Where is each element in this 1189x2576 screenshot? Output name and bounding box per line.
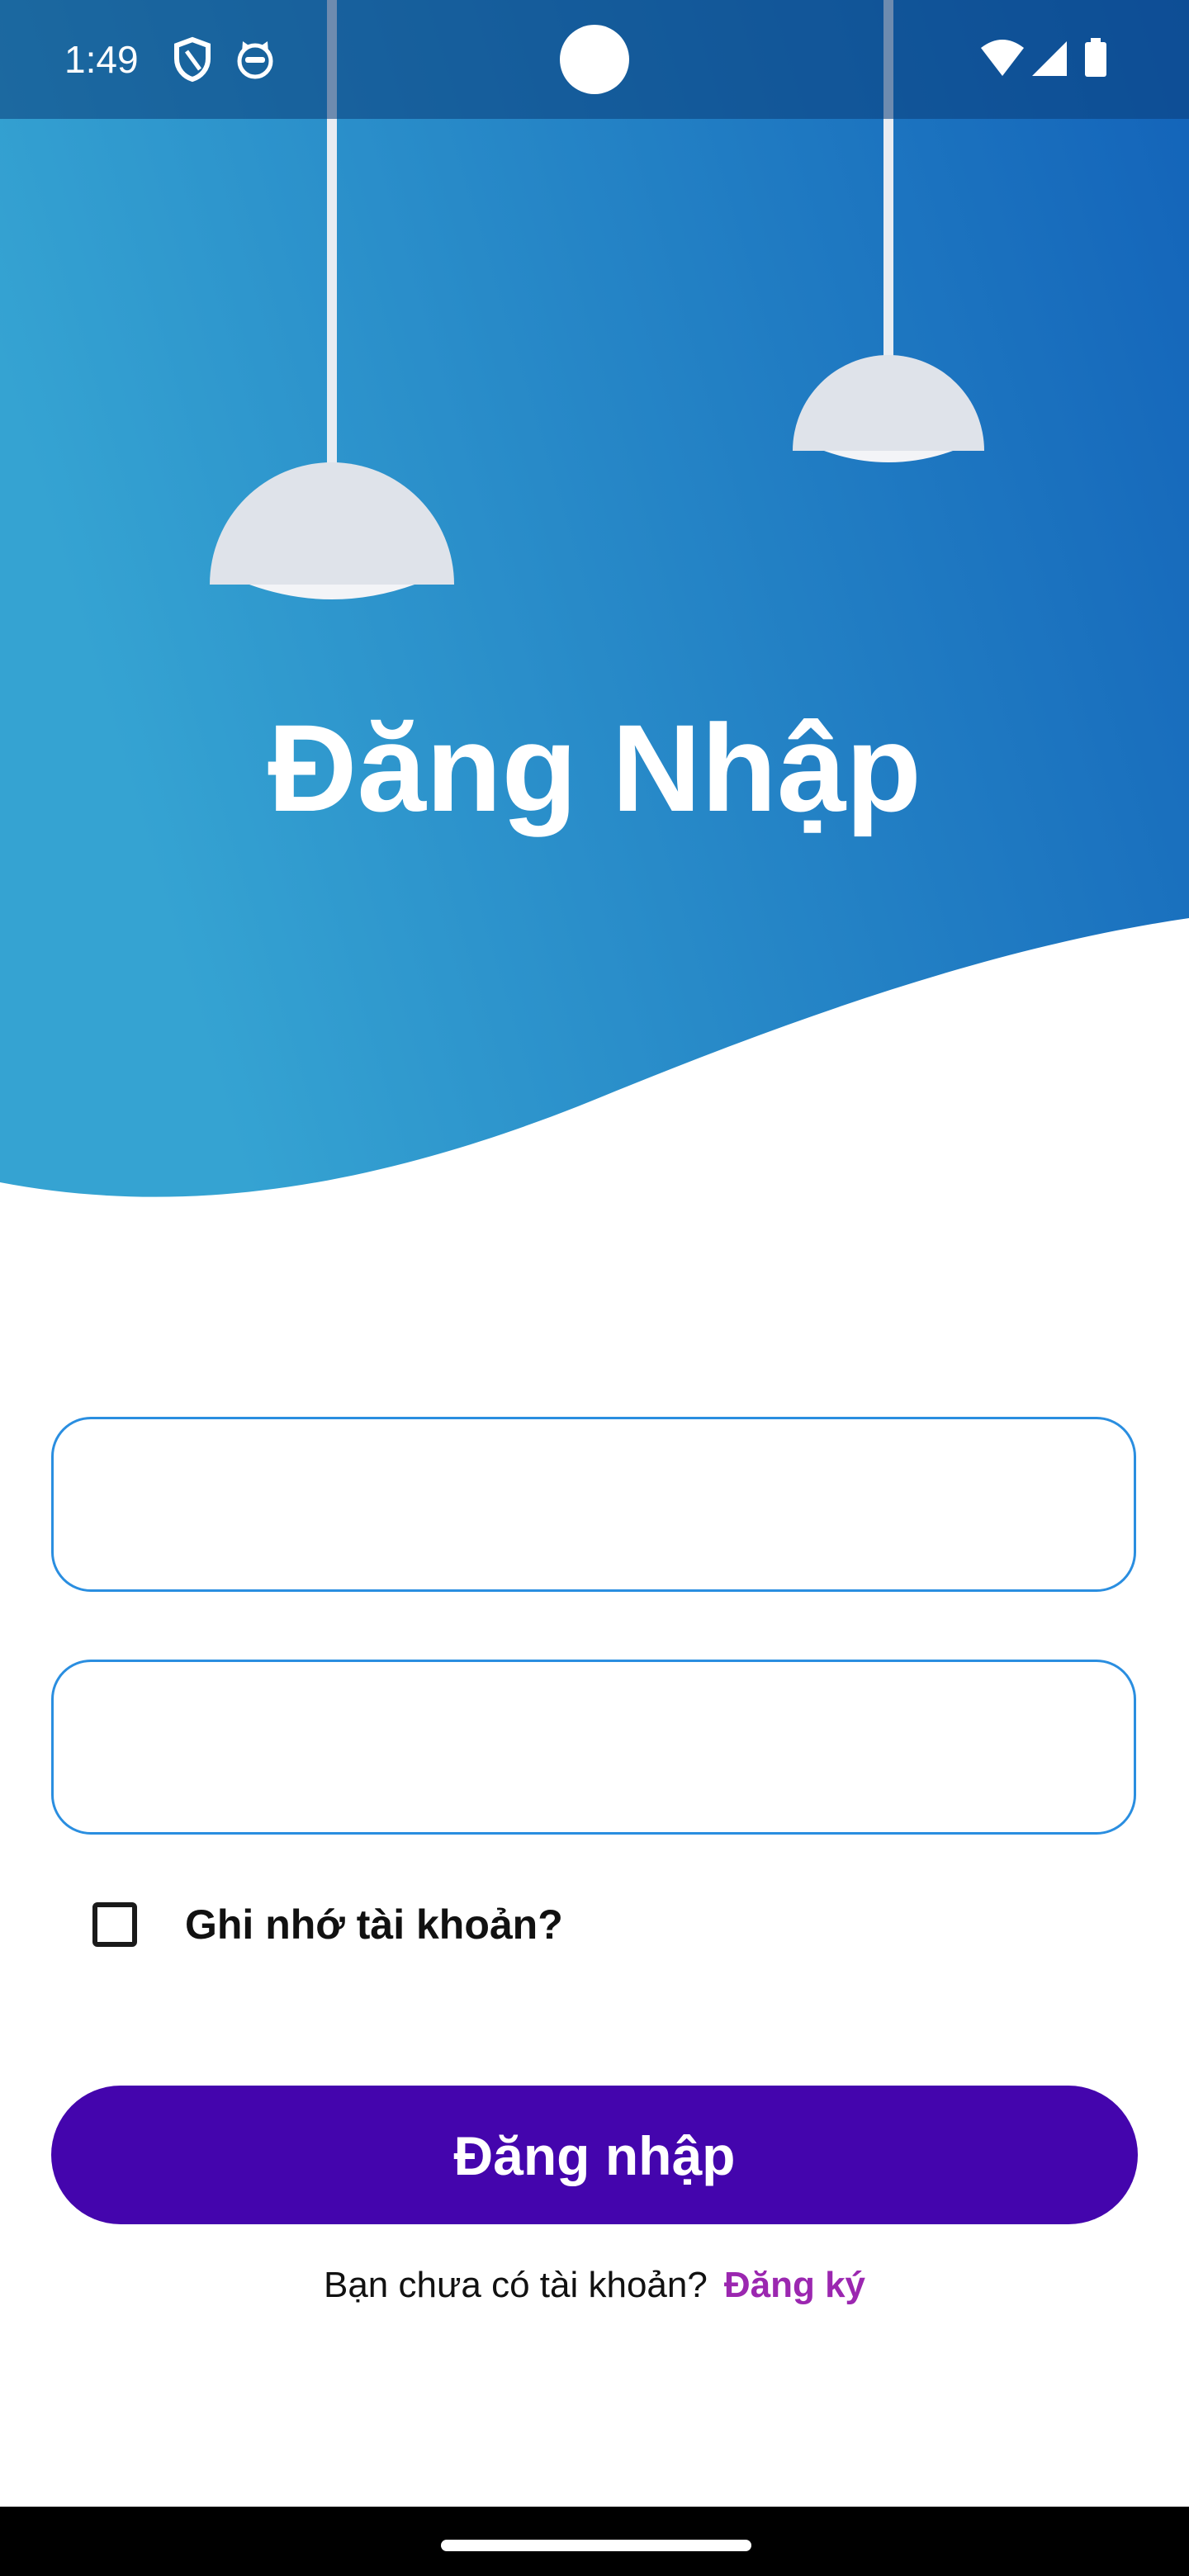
navigation-bar (0, 2507, 1189, 2576)
status-time: 1:49 (64, 38, 139, 81)
status-bar: 1:49 (0, 0, 1189, 119)
signup-prompt-row: Bạn chưa có tài khoản? Đăng ký (0, 2261, 1189, 2310)
camera-cutout (560, 25, 629, 94)
wifi-icon (981, 40, 1024, 76)
remember-account-toggle[interactable]: Ghi nhớ tài khoản? (92, 1896, 563, 1953)
page-title: Đăng Nhập (268, 698, 921, 837)
battery-icon (1085, 38, 1106, 77)
signal-icon (1032, 41, 1067, 76)
remember-checkbox[interactable] (92, 1902, 137, 1947)
header-wave (0, 0, 1189, 1197)
shield-icon (174, 36, 211, 83)
signup-prompt-text: Bạn chưa có tài khoản? (323, 2265, 708, 2305)
home-gesture-handle[interactable] (441, 2540, 751, 2551)
username-input[interactable] (51, 1417, 1136, 1592)
header-background (0, 0, 1189, 1197)
signup-link[interactable]: Đăng ký (724, 2265, 865, 2305)
login-screen: 1:49 Đăng Nhập Ghi nhớ tài khoản? Đăng n… (0, 0, 1189, 2576)
remember-label: Ghi nhớ tài khoản? (185, 1901, 563, 1948)
cat-icon (237, 41, 273, 79)
login-button[interactable]: Đăng nhập (51, 2086, 1138, 2224)
password-input[interactable] (51, 1660, 1136, 1835)
